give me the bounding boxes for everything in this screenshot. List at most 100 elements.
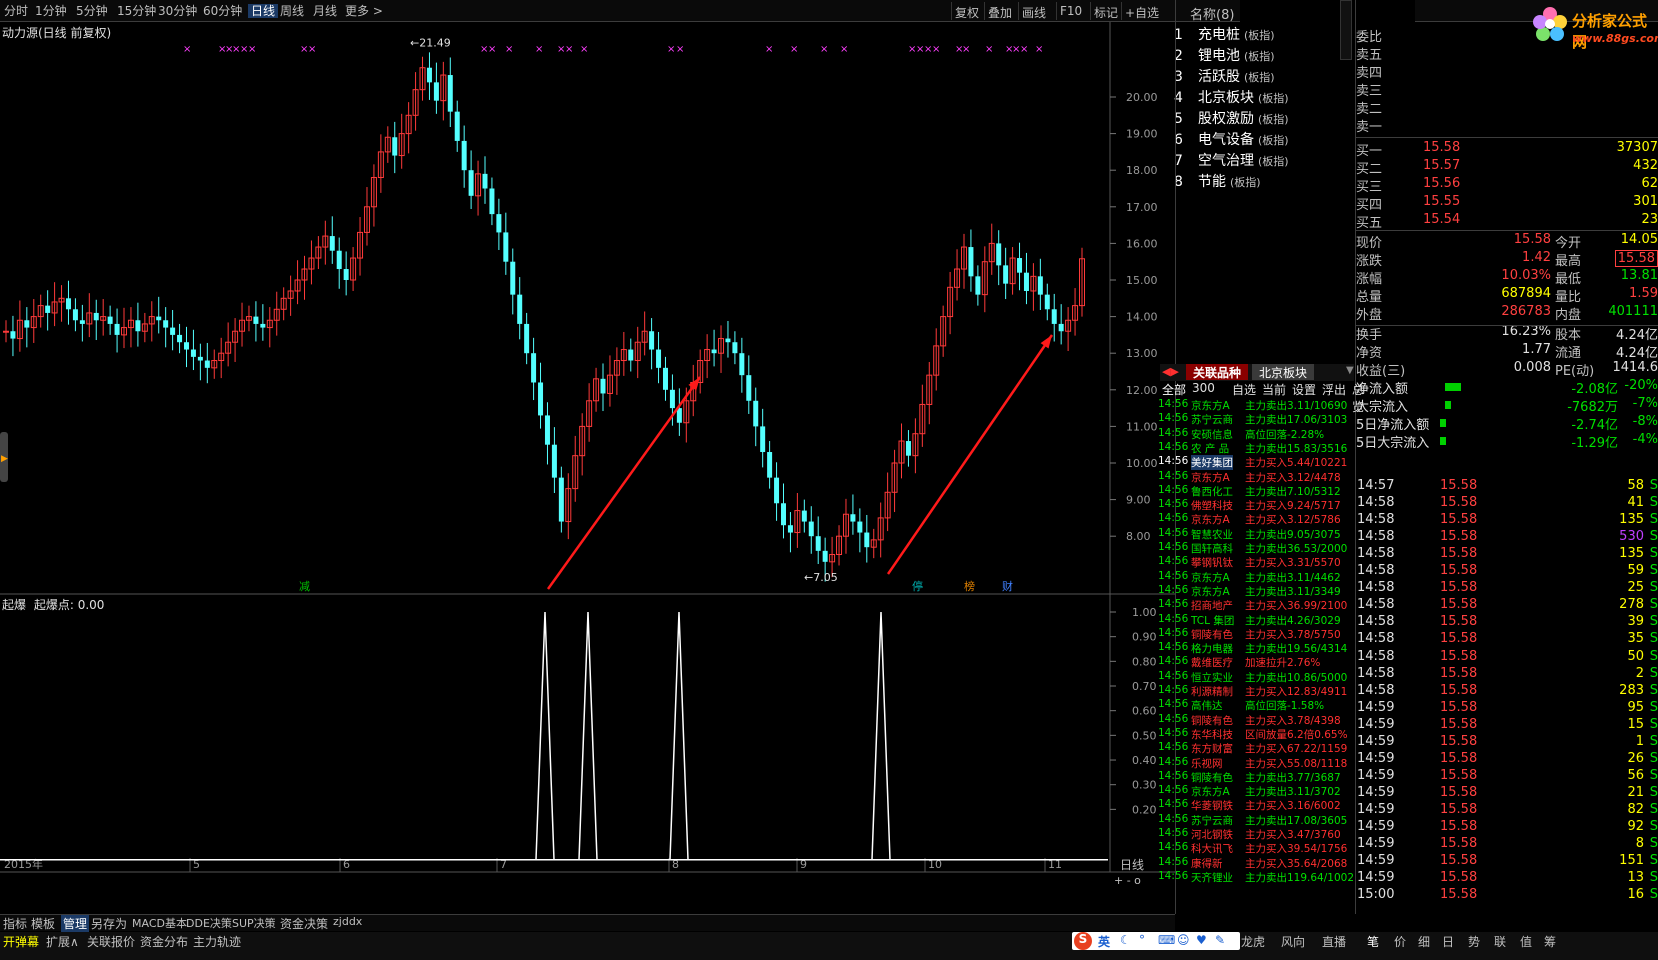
filter-5[interactable]: 浮出 (1322, 381, 1346, 398)
alert-item[interactable]: 14:56 乐视网 主力买入55.08/1118 (1158, 756, 1354, 771)
toolbar-button-5[interactable]: +自选 (1125, 4, 1159, 21)
alert-item[interactable]: 14:56 佛塑科技 主力买入9.24/5717 (1158, 498, 1354, 513)
zoom-controls[interactable]: + - o (1114, 874, 1141, 887)
indicator-tab-8[interactable]: zjddx (333, 915, 362, 928)
event-badge[interactable]: 减 (298, 579, 311, 593)
indicator-tab-1[interactable]: 模板 (31, 915, 55, 932)
period-tab-3[interactable]: 15分钟 (117, 4, 156, 18)
period-tab-4[interactable]: 30分钟 (158, 4, 197, 18)
panel-tab-6[interactable]: 日 (1442, 933, 1454, 950)
toolbar-button-1[interactable]: 叠加 (988, 4, 1012, 21)
bottom-tab-3[interactable]: 资金分布 (140, 933, 188, 950)
sector-item[interactable]: 8 节能 (板指) (1174, 171, 1261, 191)
alert-item[interactable]: 14:56 铜陵有色 主力买入3.78/5750 (1158, 627, 1354, 642)
alert-item[interactable]: 14:56 美好集团 主力买入5.44/10221 (1158, 455, 1354, 471)
sector-item[interactable]: 1 充电桩 (板指) (1174, 24, 1275, 44)
indicator-tab-0[interactable]: 指标 (3, 915, 27, 932)
alert-item[interactable]: 14:56 TCL 集团 主力卖出4.26/3029 (1158, 613, 1354, 628)
alert-item[interactable]: 14:56 铜陵有色 主力卖出3.77/3687 (1158, 770, 1354, 785)
filter-1[interactable]: 300 (1192, 381, 1215, 395)
sector-item[interactable]: 5 股权激励 (板指) (1174, 108, 1289, 128)
period-tab-9[interactable]: 更多 > (345, 4, 383, 18)
ime-tool-icon[interactable]: ♥ (1196, 933, 1207, 947)
bottom-tab-0[interactable]: 开弹幕 (3, 933, 39, 950)
panel-collapse-handle[interactable]: ▶ (0, 432, 8, 482)
sector-item[interactable]: 3 活跃股 (板指) (1174, 66, 1275, 86)
event-badge[interactable]: 停 (911, 579, 924, 593)
alert-item[interactable]: 14:56 天齐锂业 主力卖出119.64/1002 (1158, 870, 1354, 885)
ime-tool-icon[interactable]: ° (1139, 933, 1145, 947)
toolbar-button-2[interactable]: 画线 (1022, 4, 1046, 21)
alert-item[interactable]: 14:56 苏宁云商 主力卖出17.08/3605 (1158, 813, 1354, 828)
bottom-tab-1[interactable]: 扩展∧ (46, 933, 79, 950)
panel-tab-7[interactable]: 势 (1468, 933, 1480, 950)
toolbar-button-4[interactable]: 标记 (1094, 4, 1118, 21)
period-tab-0[interactable]: 分时 (4, 4, 28, 18)
sector-item[interactable]: 7 空气治理 (板指) (1174, 150, 1289, 170)
alert-item[interactable]: 14:56 京东方A 主力卖出3.11/10690 (1158, 398, 1354, 413)
period-tab-2[interactable]: 5分钟 (76, 4, 108, 18)
dropdown-icon[interactable]: ▼ (1346, 365, 1354, 376)
alert-item[interactable]: 14:56 攀钢钒钛 主力买入3.31/5570 (1158, 555, 1354, 570)
alert-item[interactable]: 14:56 铜陵有色 主力买入3.78/4398 (1158, 713, 1354, 728)
period-tab-8[interactable]: 月线 (313, 4, 337, 18)
alert-item[interactable]: 14:56 东方财富 主力买入67.22/1159 (1158, 741, 1354, 756)
period-tab-6[interactable]: 日线 (248, 4, 279, 18)
sector-item[interactable]: 4 北京板块 (板指) (1174, 87, 1289, 107)
panel-tab-2[interactable]: 直播 (1322, 933, 1346, 950)
alert-item[interactable]: 14:56 科大讯飞 主力买入39.54/1756 (1158, 841, 1354, 856)
chart-area[interactable]: 20.00 19.00 18.00 17.00 16.00 15.00 14.00 13.00… (0, 22, 1175, 914)
alert-item[interactable]: 14:56 苏宁云商 主力卖出17.06/3103 (1158, 412, 1354, 427)
tab-beijing[interactable]: 北京板块 (1252, 364, 1314, 380)
tab-related[interactable]: 关联品种 (1186, 364, 1248, 380)
toolbar-button-3[interactable]: F10 (1060, 4, 1082, 18)
panel-tab-5[interactable]: 细 (1418, 933, 1430, 950)
panel-tab-8[interactable]: 联 (1494, 933, 1506, 950)
alert-item[interactable]: 14:56 高伟达 高位回落-1.58% (1158, 698, 1354, 713)
event-badge[interactable]: 榜 (963, 579, 976, 593)
indicator-tab-5[interactable]: DDE决策 (186, 915, 232, 931)
ime-bar[interactable]: S 英 ☾ ° ⌨ ☺ ♥ ✎ (1072, 932, 1240, 950)
period-tab-1[interactable]: 1分钟 (35, 4, 67, 18)
period-tab-5[interactable]: 60分钟 (203, 4, 242, 18)
sector-item[interactable]: 2 锂电池 (板指) (1174, 45, 1275, 65)
bottom-tab-2[interactable]: 关联报价 (87, 933, 135, 950)
alert-item[interactable]: 14:56 格力电器 主力卖出19.56/4314 (1158, 641, 1354, 656)
panel-tab-3[interactable]: 笔 (1367, 933, 1379, 950)
indicator-tab-6[interactable]: SUP决策 (232, 915, 276, 931)
period-tab-7[interactable]: 周线 (280, 4, 304, 18)
panel-tab-1[interactable]: 风向 (1281, 933, 1305, 950)
indicator-tab-2[interactable]: 管理 (61, 915, 90, 932)
alert-item[interactable]: 14:56 京东方A 主力买入3.12/5786 (1158, 512, 1354, 527)
alert-item[interactable]: 14:56 京东方A 主力卖出3.11/3349 (1158, 584, 1354, 599)
alert-item[interactable]: 14:56 智慧农业 主力卖出9.05/3075 (1158, 527, 1354, 542)
alert-item[interactable]: 14:56 安硕信息 高位回落-2.28% (1158, 427, 1354, 442)
alert-item[interactable]: 14:56 华菱钢铁 主力买入3.16/6002 (1158, 798, 1354, 813)
toolbar-button-0[interactable]: 复权 (955, 4, 979, 21)
alert-item[interactable]: 14:56 河北钢铁 主力买入3.47/3760 (1158, 827, 1354, 842)
alert-item[interactable]: 14:56 利源精制 主力买入12.83/4911 (1158, 684, 1354, 699)
indicator-tab-3[interactable]: 另存为 (91, 915, 127, 932)
alert-item[interactable]: 14:56 京东方A 主力卖出3.11/3702 (1158, 784, 1354, 799)
ime-tool-icon[interactable]: ✎ (1215, 933, 1225, 947)
indicator-tab-4[interactable]: MACD基本 (132, 915, 187, 931)
panel-tab-10[interactable]: 筹 (1544, 933, 1556, 950)
alert-item[interactable]: 14:56 京东方A 主力卖出3.11/4462 (1158, 570, 1354, 585)
filter-3[interactable]: 当前 (1262, 381, 1286, 398)
alert-item[interactable]: 14:56 招商地产 主力买入36.99/2100 (1158, 598, 1354, 613)
panel-tab-0[interactable]: 龙虎 (1241, 933, 1265, 950)
alert-item[interactable]: 14:56 农 产 品 主力卖出15.83/3516 (1158, 441, 1354, 456)
alert-item[interactable]: 14:56 恒立实业 主力卖出10.86/5000 (1158, 670, 1354, 685)
indicator-tab-7[interactable]: 资金决策 (280, 915, 328, 932)
filter-2[interactable]: 自选 (1232, 381, 1256, 398)
event-badge[interactable]: 财 (1001, 579, 1014, 593)
alert-item[interactable]: 14:56 康得新 主力买入35.64/2068 (1158, 856, 1354, 871)
prev-arrow-icon[interactable]: ◀▶ (1162, 365, 1179, 378)
candlestick-chart[interactable]: 20.00 19.00 18.00 17.00 16.00 15.00 14.00 13.00… (0, 22, 1175, 914)
alert-item[interactable]: 14:56 京东方A 主力买入3.12/4478 (1158, 470, 1354, 485)
alert-item[interactable]: 14:56 东华科技 区间放量6.2倍0.65% (1158, 727, 1354, 742)
panel-tab-4[interactable]: 价 (1394, 933, 1406, 950)
ime-tool-icon[interactable]: ☾ (1120, 933, 1131, 947)
ime-tool-icon[interactable]: ⌨ (1158, 933, 1175, 947)
filter-4[interactable]: 设置 (1292, 381, 1316, 398)
